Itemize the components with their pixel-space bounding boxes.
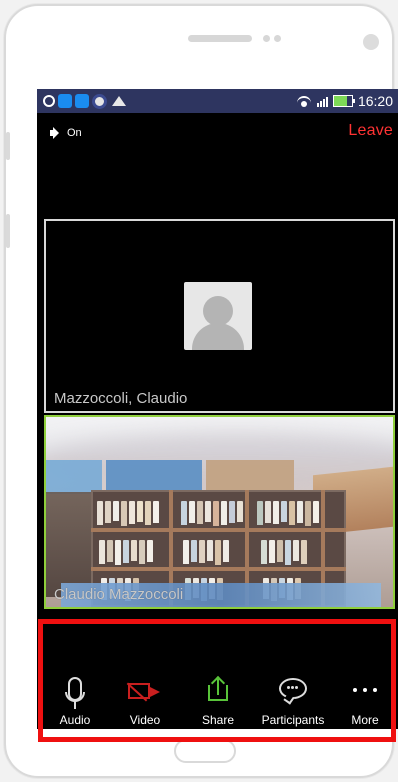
phone-side-button: [6, 132, 10, 160]
status-right-icons: 16:20: [296, 92, 393, 110]
page: 16:20 On Leave Mazzoccoli, Claudio Claud…: [0, 0, 398, 782]
share-icon: [206, 675, 230, 701]
home-button[interactable]: [174, 739, 236, 763]
video-camera-off-icon: [126, 681, 162, 702]
signal-icon: [316, 95, 328, 107]
participant-name: Claudio Mazzoccoli: [54, 586, 184, 603]
participant-tile[interactable]: Mazzoccoli, Claudio: [44, 219, 395, 413]
audio-toggle[interactable]: On: [49, 123, 82, 143]
wifi-icon: [296, 95, 312, 107]
status-left-icons: [43, 93, 126, 109]
toolbar-audio-button[interactable]: Audio: [42, 671, 108, 729]
meeting-screen: 16:20 On Leave Mazzoccoli, Claudio Claud…: [37, 89, 398, 729]
more-icon: [353, 688, 377, 692]
toolbar-participants-label: Participants: [261, 713, 325, 727]
bookshelf-row: [261, 540, 307, 565]
bookshelf-row: [257, 501, 319, 526]
bookshelf-row: [97, 501, 159, 526]
app-icon: [58, 94, 72, 108]
chrome-icon: [92, 93, 107, 109]
video-box: [106, 460, 202, 494]
video-box: [206, 460, 294, 494]
speaker-icon: [49, 126, 63, 140]
toolbar-video-button[interactable]: Video: [112, 671, 178, 729]
front-camera: [363, 34, 379, 50]
bookshelf-row: [181, 501, 243, 526]
toolbar-participants-button[interactable]: Participants: [254, 671, 332, 729]
avatar-icon: [184, 282, 252, 350]
bookshelf-row: [183, 540, 229, 565]
toolbar-video-label: Video: [129, 713, 161, 727]
leave-button[interactable]: Leave: [348, 122, 393, 140]
bookshelf-row: [99, 540, 153, 565]
toolbar-share-button[interactable]: Share: [185, 671, 251, 729]
status-time: 16:20: [357, 93, 393, 109]
toolbar-more-button[interactable]: More: [332, 671, 398, 729]
meeting-toolbar: Audio Video Share Participants More: [37, 671, 398, 729]
phone-sensor: [263, 35, 270, 42]
toolbar-audio-label: Audio: [59, 713, 91, 727]
phone-speaker: [188, 35, 252, 42]
video-box: [46, 460, 102, 494]
status-bar: 16:20: [37, 89, 398, 113]
chat-icon: [43, 95, 55, 107]
battery-icon: [332, 95, 355, 107]
notification-icon: [112, 96, 126, 106]
participants-icon: [279, 678, 307, 705]
toolbar-more-label: More: [351, 713, 379, 727]
active-participant-video[interactable]: Claudio Mazzoccoli: [44, 415, 395, 609]
participant-name: Mazzoccoli, Claudio: [54, 390, 188, 407]
app-icon: [75, 94, 89, 108]
audio-state-label: On: [67, 127, 82, 139]
microphone-icon: [65, 677, 85, 709]
camera-video-feed: [46, 417, 393, 607]
phone-frame: 16:20 On Leave Mazzoccoli, Claudio Claud…: [4, 4, 398, 778]
top-controls: On Leave: [37, 122, 398, 145]
phone-side-button: [6, 214, 10, 248]
toolbar-share-label: Share: [201, 713, 235, 727]
phone-sensor: [274, 35, 281, 42]
